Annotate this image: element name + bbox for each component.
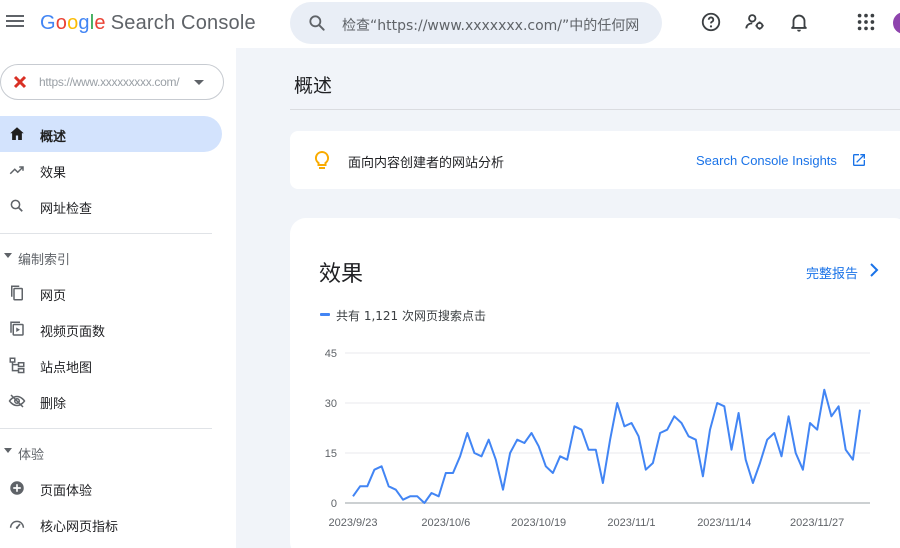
- home-icon: [10, 127, 24, 140]
- site-favicon-icon: [13, 75, 27, 89]
- performance-card: 效果 完整报告 共有 1,121 次网页搜索点击 0 15 30 45 2023/9/2…: [290, 218, 900, 548]
- sidebar-item-label: 页面体验: [40, 484, 93, 499]
- open-in-new-icon[interactable]: [851, 152, 867, 168]
- menu-icon[interactable]: [6, 12, 26, 32]
- sidebar-item-label: 核心网页指标: [40, 520, 119, 535]
- page-title: 概述: [294, 75, 333, 97]
- top-app-bar: Google Search Console 检查“https://www.xxxx…: [0, 0, 900, 48]
- sidebar-item-performance[interactable]: 效果: [0, 152, 222, 188]
- avatar[interactable]: [893, 12, 900, 34]
- page-experience-icon: [10, 481, 24, 495]
- sidebar-item-core-web-vitals[interactable]: 核心网页指标: [0, 506, 222, 542]
- apps-grid-icon[interactable]: [855, 11, 877, 33]
- notifications-icon[interactable]: [788, 11, 810, 33]
- x-tick-label: 2023/9/23: [329, 517, 378, 529]
- sidebar-item-sitemaps[interactable]: 站点地图: [0, 347, 222, 383]
- app-logo[interactable]: Google Search Console: [40, 12, 256, 35]
- section-label: 体验: [18, 448, 45, 463]
- user-settings-icon[interactable]: [744, 11, 766, 33]
- property-selector[interactable]: https://www.xxxxxxxxx.com/: [0, 64, 224, 100]
- search-placeholder[interactable]: 检查“https://www.xxxxxxx.com/”中的任何网: [342, 15, 639, 35]
- core-web-vitals-icon: [9, 520, 25, 529]
- product-name: Search Console: [110, 12, 256, 34]
- property-url: https://www.xxxxxxxxx.com/: [39, 75, 180, 89]
- y-tick-label: 30: [325, 398, 337, 410]
- sidebar-item-label: 效果: [40, 166, 67, 181]
- trending-up-icon: [9, 166, 24, 175]
- y-tick-label: 0: [331, 498, 337, 510]
- search-icon: [10, 199, 23, 212]
- sidebar-item-label: 视频页面数: [40, 325, 106, 340]
- insights-text: 面向内容创建者的网站分析: [348, 156, 505, 171]
- collapse-triangle-icon: [4, 448, 12, 453]
- sidebar-item-label: 网址检查: [40, 202, 93, 217]
- url-inspection-search[interactable]: 检查“https://www.xxxxxxx.com/”中的任何网: [290, 2, 662, 44]
- pages-icon: [11, 285, 23, 301]
- y-tick-label: 45: [325, 348, 337, 360]
- sidebar-divider: [0, 428, 212, 429]
- x-tick-label: 2023/11/27: [790, 517, 844, 529]
- clicks-line-chart: 0 15 30 45 2023/9/23 2023/10/6 2023/10/19 2023/…: [325, 348, 870, 529]
- sidebar-item-overview[interactable]: 概述: [0, 116, 222, 152]
- sitemap-icon: [9, 357, 25, 374]
- sidebar-item-url-inspection[interactable]: 网址检查: [0, 188, 222, 224]
- insights-banner: 面向内容创建者的网站分析 Search Console Insights: [290, 131, 900, 189]
- search-icon: [309, 15, 325, 31]
- sidebar: https://www.xxxxxxxxx.com/ 概述 效果 网址检查 编制…: [0, 48, 236, 548]
- collapse-triangle-icon: [4, 253, 12, 258]
- insights-link[interactable]: Search Console Insights: [696, 153, 837, 168]
- chevron-down-icon: [194, 80, 204, 85]
- help-icon[interactable]: [700, 11, 722, 33]
- google-wordmark: Google: [40, 12, 106, 34]
- x-tick-label: 2023/10/6: [421, 517, 470, 529]
- sidebar-item-video-pages[interactable]: 视频页面数: [0, 311, 222, 347]
- x-tick-label: 2023/11/1: [607, 517, 655, 529]
- sidebar-item-label: 概述: [40, 130, 67, 145]
- video-pages-icon: [10, 321, 24, 336]
- sidebar-item-pages[interactable]: 网页: [0, 275, 222, 311]
- x-tick-label: 2023/10/19: [511, 517, 566, 529]
- section-experience[interactable]: 体验: [0, 440, 222, 464]
- y-tick-label: 15: [325, 448, 337, 460]
- sidebar-divider: [0, 233, 212, 234]
- section-label: 编制索引: [18, 253, 71, 268]
- title-divider: [290, 109, 900, 110]
- lightbulb-icon: [314, 151, 330, 169]
- section-indexing[interactable]: 编制索引: [0, 245, 222, 269]
- clicks-series-line[interactable]: [352, 388, 861, 504]
- x-tick-label: 2023/11/14: [697, 517, 751, 529]
- sidebar-item-label: 站点地图: [40, 361, 93, 376]
- sidebar-item-label: 删除: [40, 397, 67, 412]
- sidebar-item-label: 网页: [40, 289, 67, 304]
- removals-icon: [8, 394, 26, 408]
- sidebar-item-page-experience[interactable]: 页面体验: [0, 470, 222, 506]
- sidebar-item-removals[interactable]: 删除: [0, 383, 222, 419]
